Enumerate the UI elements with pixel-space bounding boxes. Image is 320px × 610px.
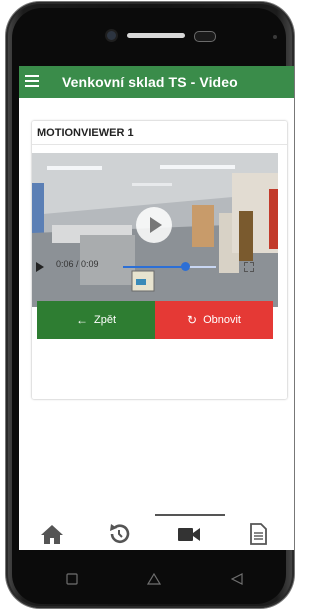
phone-frame: Venkovní sklad TS - Video MOTIONVIEWER 1 bbox=[0, 0, 298, 610]
seek-bar[interactable] bbox=[123, 262, 216, 271]
document-icon[interactable] bbox=[245, 522, 271, 546]
app-bar: Venkovní sklad TS - Video bbox=[19, 66, 294, 98]
time-display: 0:06 / 0:09 bbox=[56, 259, 99, 269]
seek-thumb[interactable] bbox=[181, 262, 191, 271]
video-player[interactable] bbox=[32, 153, 278, 307]
app-screen: Venkovní sklad TS - Video MOTIONVIEWER 1 bbox=[19, 66, 294, 550]
play-icon[interactable] bbox=[36, 262, 44, 272]
back-system-icon[interactable] bbox=[230, 572, 243, 590]
back-button-label: Zpět bbox=[93, 314, 116, 326]
front-camera bbox=[107, 31, 116, 40]
app-title: Venkovní sklad TS - Video bbox=[62, 74, 238, 90]
video-camera-icon[interactable] bbox=[176, 522, 202, 546]
system-navigation-bar bbox=[19, 550, 294, 606]
active-tab-indicator bbox=[155, 514, 225, 516]
earpiece-speaker bbox=[127, 33, 185, 38]
proximity-sensor bbox=[194, 31, 216, 42]
refresh-button[interactable]: ↻ Obnovit bbox=[155, 301, 273, 339]
indicator-dot bbox=[273, 35, 277, 39]
bottom-navigation bbox=[19, 514, 294, 550]
arrow-left-icon: ← bbox=[75, 313, 88, 327]
fullscreen-icon[interactable] bbox=[244, 262, 254, 272]
recents-icon[interactable] bbox=[66, 572, 78, 590]
divider bbox=[32, 144, 287, 145]
video-controls: 0:06 / 0:09 bbox=[31, 254, 277, 280]
back-button[interactable]: ← Zpět bbox=[37, 301, 155, 339]
home-icon[interactable] bbox=[39, 522, 65, 546]
history-icon[interactable] bbox=[106, 522, 132, 546]
seek-progress bbox=[123, 266, 186, 268]
refresh-button-label: Obnovit bbox=[203, 314, 241, 326]
play-overlay-icon[interactable] bbox=[136, 207, 172, 243]
home-button-icon[interactable] bbox=[146, 572, 162, 590]
card-title: MOTIONVIEWER 1 bbox=[37, 127, 134, 139]
menu-icon[interactable] bbox=[25, 75, 39, 87]
refresh-icon: ↻ bbox=[187, 313, 198, 327]
